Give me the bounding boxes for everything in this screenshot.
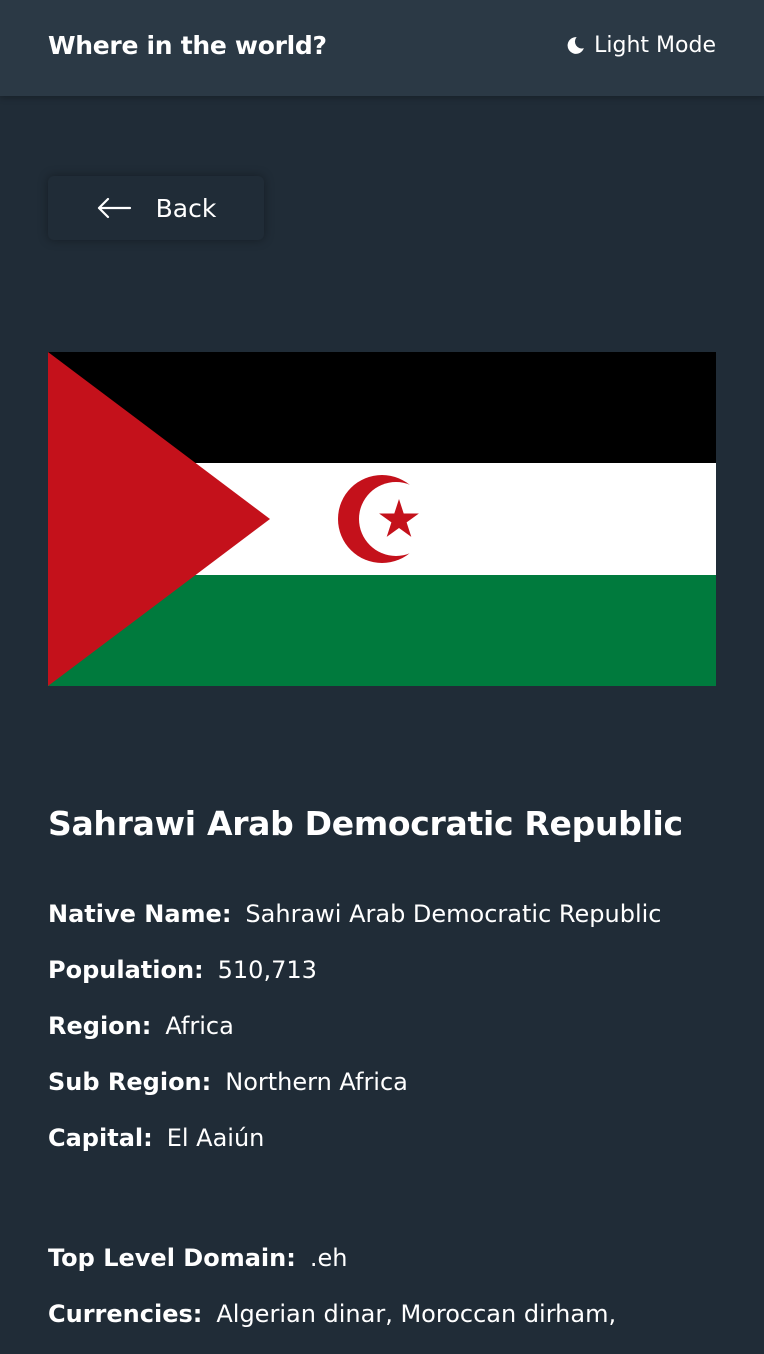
theme-toggle-label: Light Mode [594,33,716,58]
detail-value: Northern Africa [225,1068,408,1096]
detail-label: Native Name: [48,900,232,928]
detail-label: Region: [48,1012,152,1040]
detail-label: Currencies: [48,1300,203,1328]
detail-value: .eh [309,1244,348,1272]
detail-native-name: Native Name: Sahrawi Arab Democratic Repu… [48,898,661,954]
country-details-list: Native Name: Sahrawi Arab Democratic Repu… [48,898,661,1178]
detail-value: El Aaiún [166,1124,265,1152]
detail-region: Region: Africa [48,1010,661,1066]
detail-label: Capital: [48,1124,153,1152]
detail-sub-region: Sub Region: Northern Africa [48,1066,661,1122]
app-header: Where in the world? Light Mode [0,0,764,96]
country-flag-image [48,352,716,686]
back-button[interactable]: Back [48,176,264,240]
detail-currencies: Currencies: Algerian dinar, Moroccan dirh… [48,1298,616,1354]
arrow-left-icon [96,196,132,220]
detail-top-level-domain: Top Level Domain: .eh [48,1242,616,1298]
theme-toggle-button[interactable]: Light Mode [566,33,716,58]
detail-population: Population: 510,713 [48,954,661,1010]
detail-capital: Capital: El Aaiún [48,1122,661,1178]
detail-value: Algerian dinar, Moroccan dirham, [216,1300,617,1328]
back-button-label: Back [155,193,217,223]
detail-value: Sahrawi Arab Democratic Republic [245,900,662,928]
country-name: Sahrawi Arab Democratic Republic [48,804,683,843]
detail-value: 510,713 [217,956,317,984]
app-title: Where in the world? [48,31,327,60]
detail-label: Population: [48,956,204,984]
detail-label: Sub Region: [48,1068,212,1096]
detail-label: Top Level Domain: [48,1244,296,1272]
detail-value: Africa [165,1012,234,1040]
moon-icon [566,36,585,55]
country-extra-details-list: Top Level Domain: .eh Currencies: Algerian… [48,1242,616,1354]
